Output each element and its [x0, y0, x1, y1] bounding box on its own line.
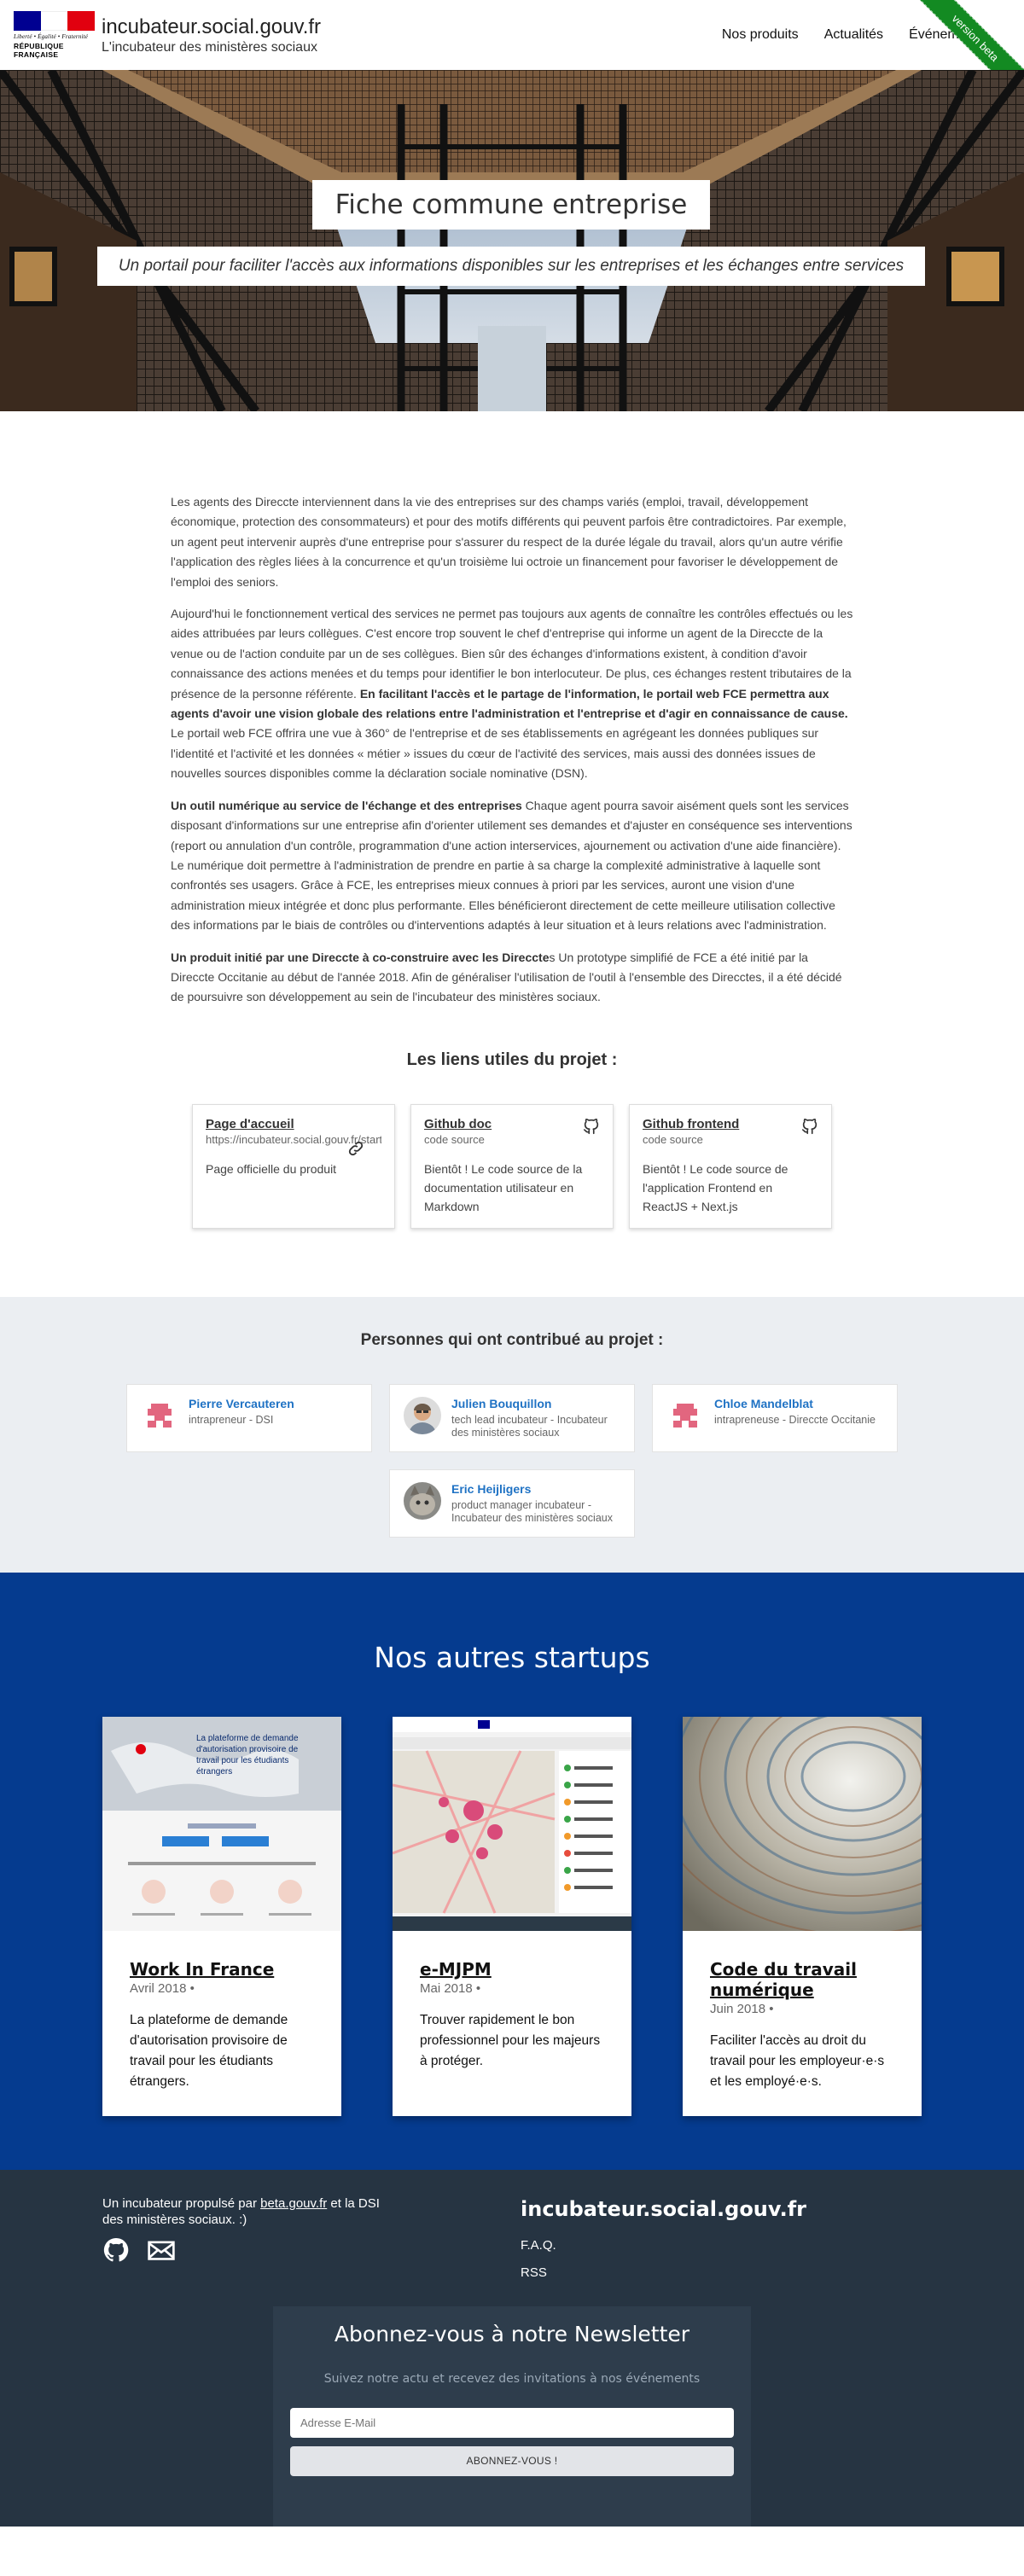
link-card-description: Page officielle du produit	[206, 1161, 337, 1176]
github-icon	[583, 1118, 599, 1134]
startup-name[interactable]: Work In France	[130, 1959, 314, 1980]
newsletter-box: Abonnez-vous à notre Newsletter Suivez n…	[273, 2306, 751, 2527]
startups-grid: La plateforme de demande d'autorisation p…	[102, 1716, 922, 2116]
link-card-github-doc[interactable]: Github doc code source Bientôt ! Le code…	[410, 1103, 614, 1229]
link-card-title[interactable]: Github doc	[424, 1117, 600, 1131]
nav-item-produits[interactable]: Nos produits	[722, 27, 799, 43]
paragraph-product: Un produit initié par une Direccte à co-…	[171, 950, 842, 1004]
newsletter-title: Abonnez-vous à notre Newsletter	[334, 2321, 690, 2346]
project-description: Les agents des Direccte interviennent da…	[171, 411, 853, 1008]
contributors-title: Personnes qui ont contribué au projet :	[360, 1330, 664, 1349]
startup-date: Avril 2018 •	[130, 1980, 195, 1996]
site-tagline: L'incubateur des ministères sociaux	[102, 39, 317, 55]
link-card-github-frontend[interactable]: Github frontend code source Bientôt ! Le…	[629, 1103, 832, 1229]
link-icon	[348, 1141, 364, 1155]
contributor-card[interactable]: Eric Heijligers product manager incubateu…	[389, 1468, 635, 1538]
logo-republic: RÉPUBLIQUE FRANÇAISE	[14, 42, 64, 59]
link-card-title[interactable]: Page d'accueil	[206, 1117, 381, 1131]
startup-thumbnail	[683, 1716, 922, 1931]
github-icon	[801, 1118, 817, 1134]
link-card-description: Bientôt ! Le code source de l'applicatio…	[643, 1161, 788, 1213]
contributor-name[interactable]: Pierre Vercauteren	[189, 1397, 294, 1410]
footer-link-rss[interactable]: RSS	[521, 2265, 806, 2280]
site-name[interactable]: incubateur.social.gouv.fr	[102, 15, 321, 39]
hero-title: Fiche commune entreprise	[312, 180, 710, 230]
newsletter-email-input[interactable]	[290, 2407, 734, 2438]
link-card-homepage[interactable]: Page d'accueil https://incubateur.social…	[192, 1103, 395, 1229]
mail-icon[interactable]	[147, 2236, 176, 2264]
startup-description: Trouver rapidement le bon professionnel …	[420, 2012, 601, 2068]
link-card-description: Bientôt ! Le code source de la documenta…	[424, 1161, 583, 1213]
main-nav: Nos produits Actualités Événements	[722, 27, 985, 43]
startups-section: Nos autres startups La plateforme de dem…	[0, 1572, 1024, 2170]
contributor-card[interactable]: Pierre Vercauteren intrapreneur - DSI	[126, 1383, 372, 1452]
link-card-title[interactable]: Github frontend	[643, 1117, 818, 1131]
contributor-role: tech lead incubateur - Incubateur des mi…	[451, 1413, 608, 1439]
startup-date: Mai 2018 •	[420, 1980, 481, 1996]
startup-thumbnail: La plateforme de demande d'autorisation p…	[102, 1716, 341, 1931]
startup-description: La plateforme de demande d'autorisation …	[130, 2012, 288, 2089]
contributors-section: Personnes qui ont contribué au projet : …	[0, 1296, 1024, 1573]
footer-site: incubateur.social.gouv.fr F.A.Q. RSS	[521, 2197, 806, 2293]
beta-gouv-link[interactable]: beta.gouv.fr	[260, 2196, 327, 2211]
contributor-name[interactable]: Eric Heijligers	[451, 1482, 620, 1496]
link-card-sub: code source	[424, 1132, 485, 1146]
startup-card-e-mjpm[interactable]: e-MJPM Mai 2018 • Trouver rapidement le …	[393, 1716, 631, 2116]
github-icon[interactable]	[102, 2236, 130, 2264]
contributor-card[interactable]: Chloe Mandelblat intrapreneuse - Direccte…	[652, 1383, 898, 1452]
avatar	[404, 1481, 441, 1520]
hero-background-image	[0, 70, 1024, 411]
footer-site-name[interactable]: incubateur.social.gouv.fr	[521, 2197, 806, 2221]
startup-thumbnail	[393, 1716, 631, 1931]
paragraph-intro: Les agents des Direccte interviennent da…	[171, 495, 847, 589]
contributor-role: intrapreneur - DSI	[189, 1413, 274, 1426]
startup-card-work-in-france[interactable]: La plateforme de demande d'autorisation p…	[102, 1716, 341, 2116]
avatar	[141, 1396, 178, 1434]
hero-banner: Fiche commune entreprise Un portail pour…	[0, 70, 1024, 411]
contributor-card[interactable]: Julien Bouquillon tech lead incubateur - …	[389, 1383, 635, 1452]
logo-motto: Liberté • Égalité • Fraternité	[14, 33, 89, 40]
links-section-title: Les liens utiles du projet :	[406, 1050, 618, 1069]
brand[interactable]: incubateur.social.gouv.fr L'incubateur d…	[102, 15, 321, 55]
contributors-list: Pierre Vercauteren intrapreneur - DSI Jul…	[126, 1383, 898, 1538]
startup-date: Juin 2018 •	[710, 2001, 774, 2016]
republique-francaise-logo[interactable]: Liberté • Égalité • Fraternité RÉPUBLIQU…	[14, 11, 96, 59]
hero-subtitle: Un portail pour faciliter l'accès aux in…	[97, 247, 925, 286]
nav-item-actualites[interactable]: Actualités	[824, 27, 883, 43]
startup-card-code-du-travail[interactable]: Code du travail numérique Juin 2018 • Fa…	[683, 1716, 922, 2116]
footer-info: Un incubateur propulsé par beta.gouv.fr …	[102, 2195, 393, 2264]
paragraph-context: Aujourd'hui le fonctionnement vertical d…	[171, 607, 853, 781]
avatar	[404, 1396, 441, 1434]
startup-name[interactable]: Code du travail numérique	[710, 1959, 894, 2000]
contributor-name[interactable]: Chloe Mandelblat	[714, 1397, 876, 1410]
contributor-role: intrapreneuse - Direccte Occitanie	[714, 1413, 876, 1426]
site-footer: Un incubateur propulsé par beta.gouv.fr …	[0, 2169, 1024, 2527]
paragraph-tool: Un outil numérique au service de l'échan…	[171, 798, 852, 933]
link-card-sub: code source	[643, 1132, 703, 1146]
startups-title: Nos autres startups	[374, 1640, 650, 1674]
flag-icon	[14, 11, 96, 31]
links-cards: Page d'accueil https://incubateur.social…	[0, 1103, 1024, 1229]
site-header: Liberté • Égalité • Fraternité RÉPUBLIQU…	[0, 0, 1024, 70]
footer-link-faq[interactable]: F.A.Q.	[521, 2238, 806, 2253]
startup-description: Faciliter l'accès au droit du travail po…	[710, 2032, 885, 2089]
newsletter-subtitle: Suivez notre actu et recevez des invitat…	[323, 2371, 701, 2386]
contributor-name[interactable]: Julien Bouquillon	[451, 1397, 620, 1410]
startup-name[interactable]: e-MJPM	[420, 1959, 604, 1980]
newsletter-subscribe-button[interactable]: ABONNEZ-VOUS !	[290, 2445, 734, 2476]
avatar	[666, 1396, 704, 1434]
contributor-role: product manager incubateur - Incubateur …	[451, 1498, 613, 1524]
